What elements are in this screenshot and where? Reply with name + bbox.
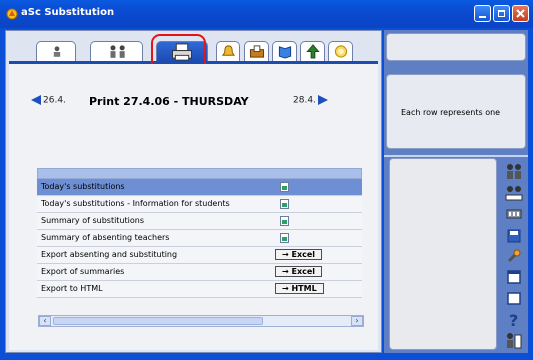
prev-day-label: 26.4. <box>43 95 66 106</box>
room-icon[interactable] <box>505 205 523 223</box>
maximize-button[interactable] <box>493 5 510 22</box>
list-header <box>37 168 362 179</box>
scroll-right-button[interactable]: › <box>351 316 363 326</box>
class-icon[interactable] <box>505 184 523 202</box>
people-icon[interactable] <box>505 163 523 181</box>
print-options-list: Today's substitutions Today's substituti… <box>37 168 362 298</box>
blank-window-icon[interactable] <box>505 289 523 307</box>
window-title: aSc Substitution <box>21 7 115 18</box>
print-preview-icon[interactable] <box>280 199 289 209</box>
scroll-left-button[interactable]: ‹ <box>39 316 51 326</box>
right-panel-list <box>389 158 497 350</box>
next-day-link[interactable]: 28.4. <box>293 95 328 106</box>
exit-icon[interactable] <box>505 332 523 350</box>
horizontal-scrollbar[interactable]: ‹ › <box>38 315 364 327</box>
list-item-label: Export absenting and substituting <box>41 250 178 259</box>
next-day-label: 28.4. <box>293 95 316 106</box>
export-html-button[interactable]: → HTML <box>275 283 324 294</box>
help-icon[interactable]: ? <box>505 310 523 328</box>
tab-bell[interactable] <box>216 41 240 62</box>
list-item-label: Today's substitutions - Information for … <box>41 199 230 208</box>
people-icon <box>110 45 125 58</box>
list-item[interactable]: Export of summaries → Excel <box>37 264 362 281</box>
sun-icon <box>334 45 348 58</box>
close-button[interactable] <box>512 5 529 22</box>
scroll-thumb[interactable] <box>53 317 263 325</box>
export-excel-button[interactable]: → Excel <box>275 249 323 260</box>
arrow-up-icon <box>306 44 320 59</box>
export-excel-button[interactable]: → Excel <box>275 266 323 277</box>
minimize-button[interactable] <box>474 5 491 22</box>
tools-icon[interactable] <box>505 247 523 265</box>
inbox-icon <box>249 45 265 58</box>
list-item-label: Summary of absenting teachers <box>41 233 170 242</box>
window-icon[interactable] <box>505 268 523 286</box>
info-text: Each row represents one <box>401 108 501 117</box>
tab-classes[interactable] <box>90 41 143 62</box>
list-item-label: Export to HTML <box>41 284 103 293</box>
close-icon <box>516 9 525 18</box>
tab-sun[interactable] <box>328 41 353 62</box>
list-item[interactable]: Summary of absenting teachers <box>37 230 362 247</box>
arrow-left-icon <box>31 95 41 105</box>
info-panel: Each row represents one <box>386 74 526 149</box>
right-divider <box>384 155 528 157</box>
list-item[interactable]: Export absenting and substituting → Exce… <box>37 247 362 264</box>
list-item[interactable]: Summary of substitutions <box>37 213 362 230</box>
book-icon <box>278 46 292 59</box>
title-bar: aSc Substitution <box>0 0 533 28</box>
list-item-label: Export of summaries <box>41 267 125 276</box>
print-preview-icon[interactable] <box>280 233 289 243</box>
teacher-icon <box>53 46 61 57</box>
print-preview-icon[interactable] <box>280 182 289 192</box>
tab-teacher[interactable] <box>36 41 76 62</box>
list-item[interactable]: Today's substitutions - Information for … <box>37 196 362 213</box>
main-panel: 26.4. Print 27.4.06 - THURSDAY 28.4. Tod… <box>5 30 382 353</box>
prev-day-link[interactable]: 26.4. <box>31 95 66 106</box>
save-icon[interactable] <box>505 227 523 245</box>
print-preview-icon[interactable] <box>280 216 289 226</box>
list-item-label: Summary of substitutions <box>41 216 144 225</box>
right-panel-top <box>386 33 526 61</box>
app-icon <box>6 8 18 20</box>
tab-up[interactable] <box>300 41 325 62</box>
list-item-label: Today's substitutions <box>41 182 125 191</box>
arrow-right-icon <box>317 95 328 105</box>
tab-inbox[interactable] <box>244 41 269 62</box>
svg-text:?: ? <box>509 311 518 328</box>
bell-icon <box>221 45 236 56</box>
tab-book[interactable] <box>272 41 297 62</box>
list-item[interactable]: Export to HTML → HTML <box>37 281 362 298</box>
page-title: Print 27.4.06 - THURSDAY <box>89 95 249 108</box>
list-item[interactable]: Today's substitutions <box>37 179 362 196</box>
